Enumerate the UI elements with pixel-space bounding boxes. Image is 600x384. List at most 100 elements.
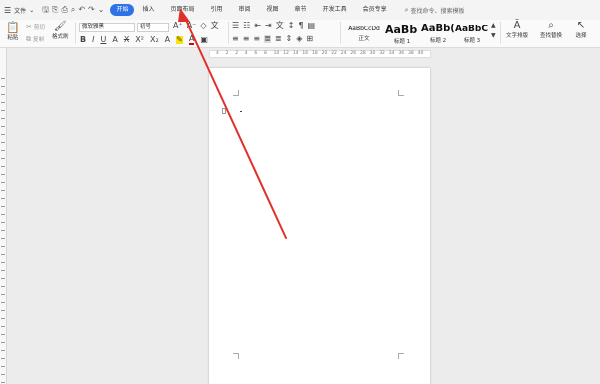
clear-format-icon[interactable]: ◇ (200, 22, 206, 30)
ruler-tick (1, 166, 5, 169)
export-pdf-icon[interactable]: ⎘ (52, 6, 58, 14)
ruler-number: 36 (398, 51, 405, 56)
print-icon[interactable]: ⎙ (61, 6, 67, 14)
phonetic-guide-icon[interactable]: 文 (211, 22, 219, 30)
redo-icon[interactable]: ↷ (88, 6, 95, 14)
borders-icon[interactable]: ⊞ (306, 35, 313, 43)
customize-chevron-icon[interactable]: ⌄ (98, 6, 105, 14)
format-painter-button[interactable]: 🖌 格式刷 (52, 21, 69, 41)
italic-icon[interactable]: I (92, 36, 94, 44)
ruler-tick (1, 110, 5, 113)
highlight-icon[interactable]: ✎ (176, 36, 183, 44)
underline-icon[interactable]: U (100, 36, 106, 44)
tab-6[interactable]: 章节 (287, 4, 315, 16)
find-replace-button[interactable]: ⌕ 查找替换 (536, 21, 566, 40)
text-effect-icon[interactable]: A (112, 36, 117, 44)
ruler-tick (1, 198, 5, 201)
styles-scroll-down-icon[interactable]: ▼ (491, 33, 496, 39)
save-icon[interactable]: 🖫 (42, 6, 49, 14)
ruler-tick (1, 358, 5, 361)
paragraph-spacing-icon[interactable]: ▤ (308, 22, 316, 30)
chinese-layout-icon[interactable]: 文 (276, 22, 284, 30)
tab-1[interactable]: 插入 (134, 4, 162, 16)
tab-3[interactable]: 引用 (203, 4, 231, 16)
paintbrush-icon: 🖌 (53, 21, 67, 32)
text-layout-icon: Ā (513, 20, 521, 31)
tab-4[interactable]: 审阅 (231, 4, 259, 16)
style-normal[interactable]: AaBbCcDd 正文 (346, 21, 382, 47)
margin-mark (233, 353, 239, 359)
tab-0[interactable]: 开始 (110, 4, 135, 16)
ruler-tick (1, 342, 5, 345)
ruler-tick (1, 230, 5, 233)
style-sample: AaBbC (455, 24, 488, 34)
sort-icon[interactable]: ↕ (288, 22, 295, 30)
shading-icon[interactable]: ◈ (296, 35, 302, 43)
text-layout-button[interactable]: Ā 文字排版 (502, 20, 532, 40)
style-name: 正文 (358, 36, 370, 42)
ruler-tick (1, 246, 5, 249)
font-name-select[interactable]: 微软雅黑 (79, 23, 135, 32)
numbering-icon[interactable]: ☷ (243, 22, 250, 30)
ribbon-tabs: 开始 插入 页面布局 引用 审阅 视图 章节 开发工具 会员专享 (110, 4, 394, 16)
ruler-tick (1, 374, 5, 377)
tab-5[interactable]: 视图 (259, 4, 287, 16)
char-border-icon[interactable]: ▣ (200, 36, 208, 44)
ruler-tick (1, 182, 5, 185)
copy-button[interactable]: ⧉ 复制 (26, 35, 44, 43)
clipboard-icon: 📋 (6, 21, 20, 34)
align-center-icon[interactable]: ≡ (243, 35, 250, 43)
paragraph-anchor (222, 108, 226, 114)
cut-button[interactable]: ✂ 剪切 (26, 23, 45, 31)
decrease-indent-icon[interactable]: ⇤ (254, 22, 261, 30)
font-size-select[interactable]: 初号 (137, 23, 169, 32)
justify-icon[interactable]: ≣ (264, 35, 271, 43)
text-layout-label: 文字排版 (505, 33, 528, 39)
subscript-icon[interactable]: X₂ (150, 36, 159, 44)
font-color-icon[interactable]: A (188, 35, 195, 45)
ruler-number: 8 (264, 51, 267, 56)
divider (500, 22, 501, 44)
ruler-tick (1, 142, 5, 145)
ruler-tick (1, 318, 5, 321)
increase-indent-icon[interactable]: ⇥ (265, 22, 272, 30)
paste-label: 粘贴 (7, 35, 19, 41)
tab-8[interactable]: 会员专享 (355, 4, 395, 16)
select-button[interactable]: ↖ 选择 (568, 21, 594, 40)
document-page[interactable] (209, 68, 430, 384)
ribbon-toolbar: 📋 粘贴 ✂ 剪切 ⧉ 复制 🖌 格式刷 微软雅黑 初号 A⁺ A⁻ ◇ 文 B… (0, 20, 600, 48)
superscript-icon[interactable]: X² (135, 36, 144, 44)
style-heading-2[interactable]: AaBb( 标题 2 (420, 21, 456, 47)
grow-font-icon[interactable]: A⁺ (173, 22, 183, 30)
quick-access-toolbar: 🖫 ⎘ ⎙ ⌕ ↶ ↷ ⌄ (42, 6, 104, 14)
hamburger-icon: ☰ (4, 5, 12, 15)
align-left-icon[interactable]: ≡ (232, 35, 239, 43)
text-direction-icon[interactable]: A (165, 36, 170, 44)
align-right-icon[interactable]: ≡ (253, 35, 260, 43)
ruler-number: 12 (283, 51, 289, 56)
style-heading-3[interactable]: AaBbC 标题 3 (454, 21, 490, 47)
ruler-tick (1, 190, 5, 193)
search-box[interactable]: ⌕ 查找命令、搜索模板 (405, 6, 465, 15)
file-menu[interactable]: ☰ 文件 ⌄ (0, 3, 38, 17)
print-preview-icon[interactable]: ⌕ (71, 6, 75, 14)
style-heading-1[interactable]: AaBb 标题 1 (384, 21, 420, 47)
horizontal-ruler: 4 2 2 4 6 8 10 12 14 16 18 20 22 24 26 28 30 32 34 36 38 40 (209, 50, 431, 58)
text-cursor (240, 111, 242, 112)
strikethrough-icon[interactable]: X (124, 36, 129, 44)
distribute-icon[interactable]: ≣ (275, 35, 282, 43)
styles-scroll-up-icon[interactable]: ▲ (491, 23, 496, 29)
style-name: 标题 3 (463, 37, 481, 44)
undo-icon[interactable]: ↶ (78, 6, 85, 14)
show-marks-icon[interactable]: ¶ (298, 22, 303, 30)
bullets-icon[interactable]: ☰ (232, 22, 239, 30)
tab-7[interactable]: 开发工具 (315, 4, 355, 16)
paste-button[interactable]: 📋 粘贴 (6, 22, 20, 41)
tab-2[interactable]: 页面布局 (162, 4, 202, 16)
divider (75, 22, 76, 44)
shrink-font-icon[interactable]: A⁻ (187, 22, 197, 30)
margin-mark (398, 353, 404, 359)
line-spacing-icon[interactable]: ⇕ (286, 35, 293, 43)
ruler-tick (1, 366, 5, 369)
bold-icon[interactable]: B (80, 36, 86, 44)
